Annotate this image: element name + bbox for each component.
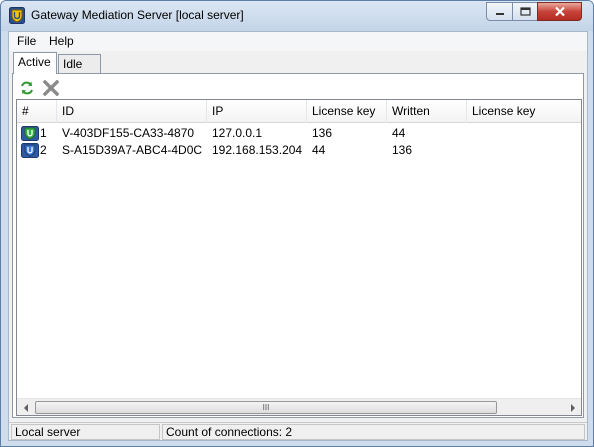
col-header-id[interactable]: ID	[57, 100, 207, 123]
scroll-left-button[interactable]	[17, 399, 34, 415]
status-location: Local server	[11, 424, 160, 440]
tab-panel: # ID IP License key Written License key …	[12, 73, 584, 418]
scroll-thumb[interactable]: III	[35, 401, 497, 414]
cell-id: S-A15D39A7-ABC4-4D0C	[62, 143, 203, 157]
delete-icon	[43, 80, 59, 96]
window-title: Gateway Mediation Server [local server]	[31, 8, 244, 22]
title-bar[interactable]: Gateway Mediation Server [local server]	[1, 1, 593, 31]
status-bar: Local server Count of connections: 2	[9, 422, 587, 440]
col-header-num[interactable]: #	[17, 100, 57, 123]
horizontal-scrollbar[interactable]: III	[17, 398, 581, 415]
cell-license-key: 44	[312, 143, 326, 157]
scroll-grip: III	[262, 402, 270, 412]
cell-written: 44	[392, 126, 406, 140]
cell-num: 1	[40, 126, 47, 140]
maximize-icon	[519, 7, 531, 16]
minimize-button[interactable]	[486, 2, 513, 21]
chevron-right-icon	[570, 403, 575, 412]
menu-file[interactable]: File	[15, 34, 38, 48]
menu-help[interactable]: Help	[47, 34, 76, 48]
scroll-right-button[interactable]	[564, 399, 581, 415]
cell-ip: 127.0.0.1	[212, 126, 263, 140]
cell-ip: 192.168.153.204	[212, 143, 303, 157]
refresh-button[interactable]	[17, 78, 37, 98]
delete-button[interactable]	[41, 78, 61, 98]
table-row[interactable]: 2 S-A15D39A7-ABC4-4D0C 192.168.153.204 4…	[17, 142, 581, 159]
menu-bar: File Help	[9, 32, 587, 51]
table-row[interactable]: 1 V-403DF155-CA33-4870 127.0.0.1 136 44	[17, 125, 581, 142]
list-header: # ID IP License key Written License key	[17, 100, 581, 123]
tab-active[interactable]: Active	[13, 52, 57, 74]
app-window: Gateway Mediation Server [local server] …	[0, 0, 594, 447]
col-header-ip[interactable]: IP	[207, 100, 307, 123]
close-button[interactable]	[537, 2, 582, 21]
col-header-written[interactable]: Written	[387, 100, 467, 123]
close-icon	[554, 6, 565, 17]
client-area: File Help Active Idle # ID IP License ke…	[8, 31, 588, 441]
connections-list[interactable]: # ID IP License key Written License key …	[16, 99, 582, 416]
cell-written: 136	[392, 143, 413, 157]
tab-idle[interactable]: Idle	[58, 54, 101, 73]
col-header-license-key[interactable]: License key	[307, 100, 387, 123]
cell-license-key: 136	[312, 126, 333, 140]
tab-strip: Active Idle	[13, 52, 587, 74]
status-connections: Count of connections: 2	[162, 424, 585, 440]
toolbar	[17, 78, 577, 98]
connection-icon	[21, 126, 39, 141]
chevron-left-icon	[23, 403, 28, 412]
refresh-icon	[21, 81, 33, 95]
connection-icon	[21, 143, 39, 158]
col-header-license-key-2[interactable]: License key	[467, 100, 581, 123]
cell-id: V-403DF155-CA33-4870	[62, 126, 195, 140]
cell-num: 2	[40, 143, 47, 157]
app-shield-icon	[9, 7, 25, 24]
minimize-icon	[495, 12, 504, 15]
maximize-button[interactable]	[512, 2, 538, 21]
